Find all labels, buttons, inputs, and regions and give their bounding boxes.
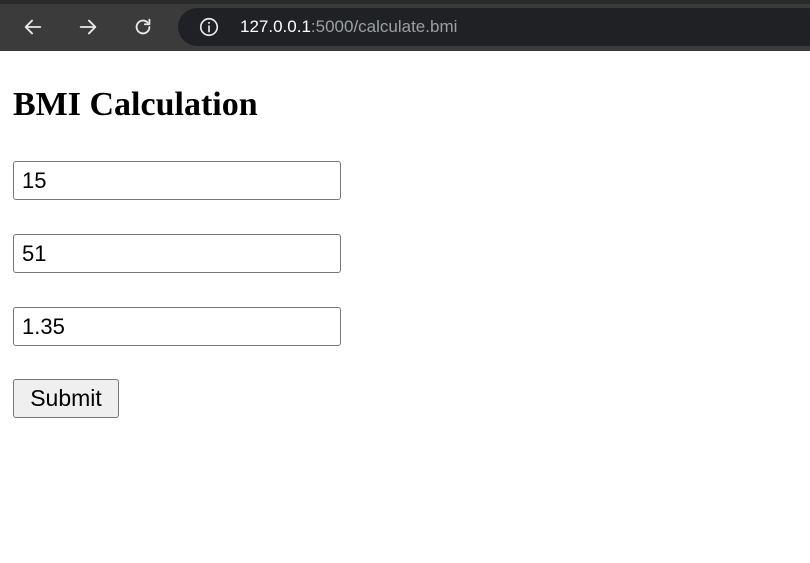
arrow-left-icon [24, 19, 42, 35]
info-icon[interactable] [198, 16, 220, 38]
reload-icon [135, 18, 151, 35]
bmi-input-2[interactable] [13, 234, 341, 273]
page-title: BMI Calculation [13, 86, 258, 123]
bmi-input-1[interactable] [13, 161, 341, 200]
reload-button[interactable] [127, 11, 159, 43]
arrow-right-icon [79, 19, 97, 35]
address-bar[interactable]: 127.0.0.1:5000/calculate.bmi [178, 8, 810, 46]
browser-toolbar: 127.0.0.1:5000/calculate.bmi [0, 0, 810, 51]
url-text[interactable]: 127.0.0.1:5000/calculate.bmi [240, 17, 457, 37]
back-button[interactable] [17, 11, 49, 43]
submit-button[interactable]: Submit [13, 379, 119, 418]
url-host: 127.0.0.1 [240, 17, 311, 36]
bmi-input-3[interactable] [13, 307, 341, 346]
page-content: BMI Calculation Submit [0, 51, 810, 563]
forward-button[interactable] [72, 11, 104, 43]
url-path: :5000/calculate.bmi [310, 17, 458, 36]
